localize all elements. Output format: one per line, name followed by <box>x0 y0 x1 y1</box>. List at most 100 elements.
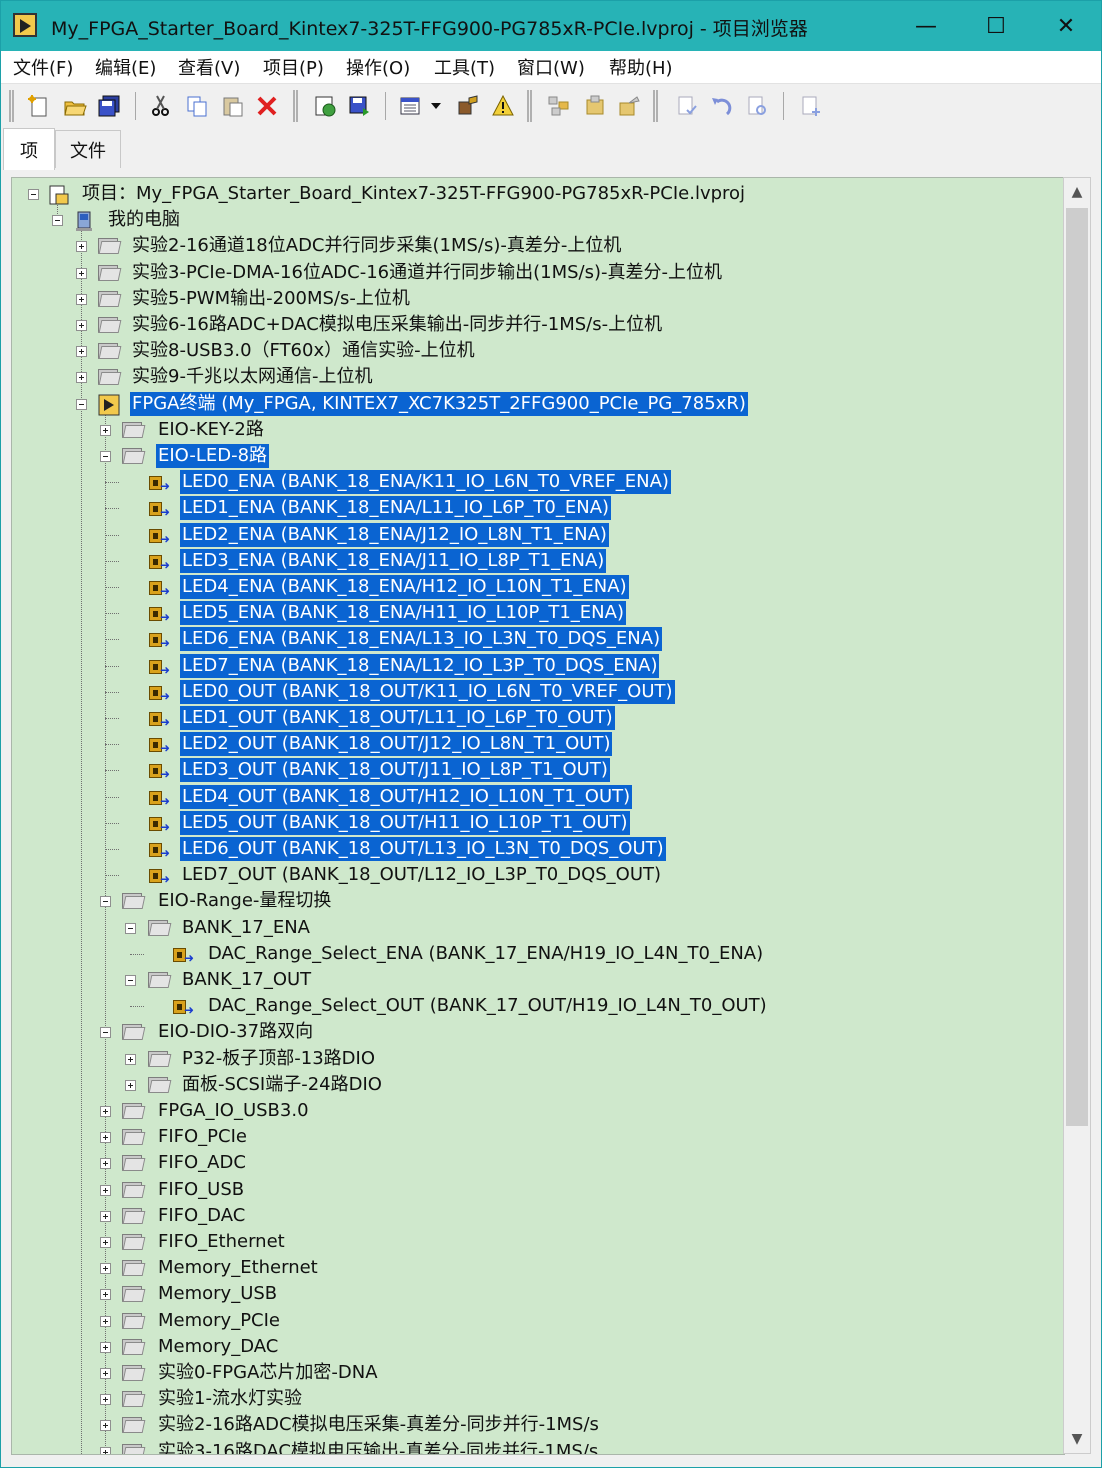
tree-computer-item[interactable]: 实验5-PWM输出-200MS/s-上位机 <box>12 287 1052 313</box>
menu-help[interactable]: 帮助(H) <box>609 54 673 80</box>
expand-icon[interactable] <box>76 241 87 253</box>
tree-fpga-item[interactable]: Memory_PCIe <box>12 1309 1052 1335</box>
add-file-icon[interactable] <box>799 94 823 118</box>
expand-icon[interactable] <box>100 1289 111 1301</box>
menu-project[interactable]: 项目(P) <box>263 54 324 80</box>
vertical-scrollbar[interactable]: ▲ ▼ <box>1063 177 1091 1454</box>
open-folder-icon[interactable] <box>63 94 87 118</box>
tree-fpga-item[interactable]: Memory_DAC <box>12 1335 1052 1361</box>
tree-fpga-item[interactable]: Memory_Ethernet <box>12 1256 1052 1282</box>
tree-eio-dio[interactable]: EIO-DIO-37路双向 <box>12 1020 1052 1046</box>
tree-fpga-item[interactable]: 实验2-16路ADC模拟电压采集-真差分-同步并行-1MS/s <box>12 1413 1052 1439</box>
maximize-button[interactable]: ☐ <box>961 1 1031 51</box>
tree-fpga-item[interactable]: Memory_USB <box>12 1282 1052 1308</box>
warning-icon[interactable] <box>491 94 515 118</box>
collapse-icon[interactable] <box>100 896 111 908</box>
tree-fpga-item[interactable]: FPGA_IO_USB3.0 <box>12 1099 1052 1125</box>
expand-icon[interactable] <box>76 293 87 305</box>
tree-fpga-item[interactable]: FIFO_DAC <box>12 1204 1052 1230</box>
expand-icon[interactable] <box>100 1106 111 1117</box>
expand-icon[interactable] <box>100 1446 111 1454</box>
menu-window[interactable]: 窗口(W) <box>517 54 585 80</box>
tree-led-item[interactable]: ➜ LED4_ENA (BANK_18_ENA/H12_IO_L10N_T1_EN… <box>12 575 1052 601</box>
collapse-icon[interactable] <box>100 451 111 462</box>
tree-bank17-out[interactable]: BANK_17_OUT <box>12 968 1052 994</box>
arrange-icon[interactable] <box>547 94 571 118</box>
tree-computer-item[interactable]: 实验6-16路ADC+DAC模拟电压采集输出-同步并行-1MS/s-上位机 <box>12 313 1052 339</box>
expand-icon[interactable] <box>100 1341 111 1353</box>
tree-led-item[interactable]: ➜ LED0_OUT (BANK_18_OUT/K11_IO_L6N_T0_VRE… <box>12 679 1052 706</box>
collapse-icon[interactable] <box>52 215 63 227</box>
tab-items[interactable]: 项 <box>3 128 55 170</box>
tree-eio-led[interactable]: EIO-LED-8路 <box>12 444 1052 470</box>
tree-bank17-ena[interactable]: BANK_17_ENA <box>12 916 1052 942</box>
build-icon[interactable] <box>457 94 481 118</box>
menu-file[interactable]: 文件(F) <box>13 54 73 80</box>
expand-icon[interactable] <box>76 372 87 384</box>
expand-icon[interactable] <box>76 320 87 331</box>
toolbar-grip[interactable] <box>527 90 532 122</box>
tree-led-item[interactable]: ➜ LED5_ENA (BANK_18_ENA/H11_IO_L10P_T1_EN… <box>12 601 1052 627</box>
menu-edit[interactable]: 编辑(E) <box>95 54 156 80</box>
tree-led-item[interactable]: ➜ LED6_ENA (BANK_18_ENA/L13_IO_L3N_T0_DQS… <box>12 627 1052 653</box>
copy-icon[interactable] <box>185 94 209 118</box>
minimize-button[interactable]: — <box>891 1 961 51</box>
tree-led-item[interactable]: ➜ LED0_ENA (BANK_18_ENA/K11_IO_L6N_T0_VRE… <box>12 470 1052 496</box>
expand-icon[interactable] <box>100 1158 111 1170</box>
scroll-thumb[interactable] <box>1066 208 1088 1126</box>
expand-icon[interactable] <box>100 1315 111 1327</box>
tree-dio-child[interactable]: 面板-SCSI端子-24路DIO <box>12 1073 1052 1099</box>
tab-files[interactable]: 文件 <box>55 130 121 168</box>
tree-computer-item[interactable]: 实验2-16通道18位ADC并行同步采集(1MS/s)-真差分-上位机 <box>12 234 1052 260</box>
save-project-icon[interactable] <box>347 94 371 118</box>
tree-my-computer[interactable]: 我的电脑 <box>12 208 1052 234</box>
collapse-icon[interactable] <box>28 189 39 200</box>
tree-fpga-item[interactable]: FIFO_USB <box>12 1178 1052 1204</box>
project-properties-icon[interactable] <box>313 94 337 118</box>
checkout-icon[interactable] <box>675 94 699 118</box>
tree-led-item[interactable]: ➜ LED6_OUT (BANK_18_OUT/L13_IO_L3N_T0_DQS… <box>12 837 1052 863</box>
title-bar[interactable]: My_FPGA_Starter_Board_Kintex7-325T-FFG90… <box>1 1 1101 51</box>
tree-led-item[interactable]: ➜ LED7_ENA (BANK_18_ENA/L12_IO_L3P_T0_DQS… <box>12 653 1052 680</box>
new-file-icon[interactable] <box>27 94 51 118</box>
tree-led-item[interactable]: ➜ LED2_ENA (BANK_18_ENA/J12_IO_L8N_T1_ENA… <box>12 522 1052 549</box>
scroll-down-arrow-icon[interactable]: ▼ <box>1064 1425 1090 1453</box>
tree-fpga-item[interactable]: 实验1-流水灯实验 <box>12 1387 1052 1413</box>
tree-computer-item[interactable]: 实验3-PCIe-DMA-16位ADC-16通道并行同步输出(1MS/s)-真差… <box>12 261 1052 287</box>
tree-eio-range[interactable]: EIO-Range-量程切换 <box>12 889 1052 915</box>
toolbar-grip[interactable] <box>293 90 298 122</box>
collapse-icon[interactable] <box>100 1027 111 1039</box>
tree-fpga-item[interactable]: FIFO_ADC <box>12 1151 1052 1177</box>
package-icon[interactable] <box>583 94 607 118</box>
tree-led-item[interactable]: ➜ LED5_OUT (BANK_18_OUT/H11_IO_L10P_T1_OU… <box>12 810 1052 837</box>
tree-led-item[interactable]: ➜ LED2_OUT (BANK_18_OUT/J12_IO_L8N_T1_OUT… <box>12 732 1052 758</box>
menu-view[interactable]: 查看(V) <box>178 54 240 80</box>
view-icon[interactable] <box>399 94 423 118</box>
menu-tools[interactable]: 工具(T) <box>434 54 495 80</box>
expand-icon[interactable] <box>100 1237 111 1248</box>
project-tree[interactable]: 项目：My_FPGA_Starter_Board_Kintex7-325T-FF… <box>11 177 1065 1455</box>
find-icon[interactable] <box>745 94 769 118</box>
tree-led-item[interactable]: ➜ LED3_OUT (BANK_18_OUT/J11_IO_L8P_T1_OUT… <box>12 758 1052 784</box>
tree-fpga-target[interactable]: FPGA终端 (My_FPGA, KINTEX7_XC7K325T_2FFG90… <box>12 391 1052 418</box>
paste-icon[interactable] <box>221 94 245 118</box>
tree-dac-range-out[interactable]: ➜ DAC_Range_Select_OUT (BANK_17_OUT/H19_I… <box>12 994 1052 1020</box>
tree-led-item[interactable]: ➜ LED4_OUT (BANK_18_OUT/H12_IO_L10N_T1_OU… <box>12 784 1052 811</box>
delete-icon[interactable] <box>255 94 279 118</box>
expand-icon[interactable] <box>125 1053 136 1065</box>
expand-icon[interactable] <box>76 267 87 279</box>
tree-computer-item[interactable]: 实验9-千兆以太网通信-上位机 <box>12 365 1052 391</box>
tree-fpga-item[interactable]: FIFO_Ethernet <box>12 1230 1052 1256</box>
tree-led-item[interactable]: ➜ LED1_OUT (BANK_18_OUT/L11_IO_L6P_T0_OUT… <box>12 706 1052 732</box>
expand-icon[interactable] <box>100 1368 111 1379</box>
expand-icon[interactable] <box>100 424 111 436</box>
deploy-icon[interactable] <box>617 94 641 118</box>
tree-root[interactable]: 项目：My_FPGA_Starter_Board_Kintex7-325T-FF… <box>12 182 1052 208</box>
chevron-down-icon[interactable] <box>429 94 443 118</box>
collapse-icon[interactable] <box>125 922 136 934</box>
tree-fpga-item[interactable]: FIFO_PCIe <box>12 1125 1052 1151</box>
tree-led-item[interactable]: ➜ LED7_OUT (BANK_18_OUT/L12_IO_L3P_T0_DQS… <box>12 863 1052 889</box>
expand-icon[interactable] <box>100 1263 111 1275</box>
collapse-icon[interactable] <box>76 398 87 410</box>
save-all-icon[interactable] <box>97 94 121 118</box>
